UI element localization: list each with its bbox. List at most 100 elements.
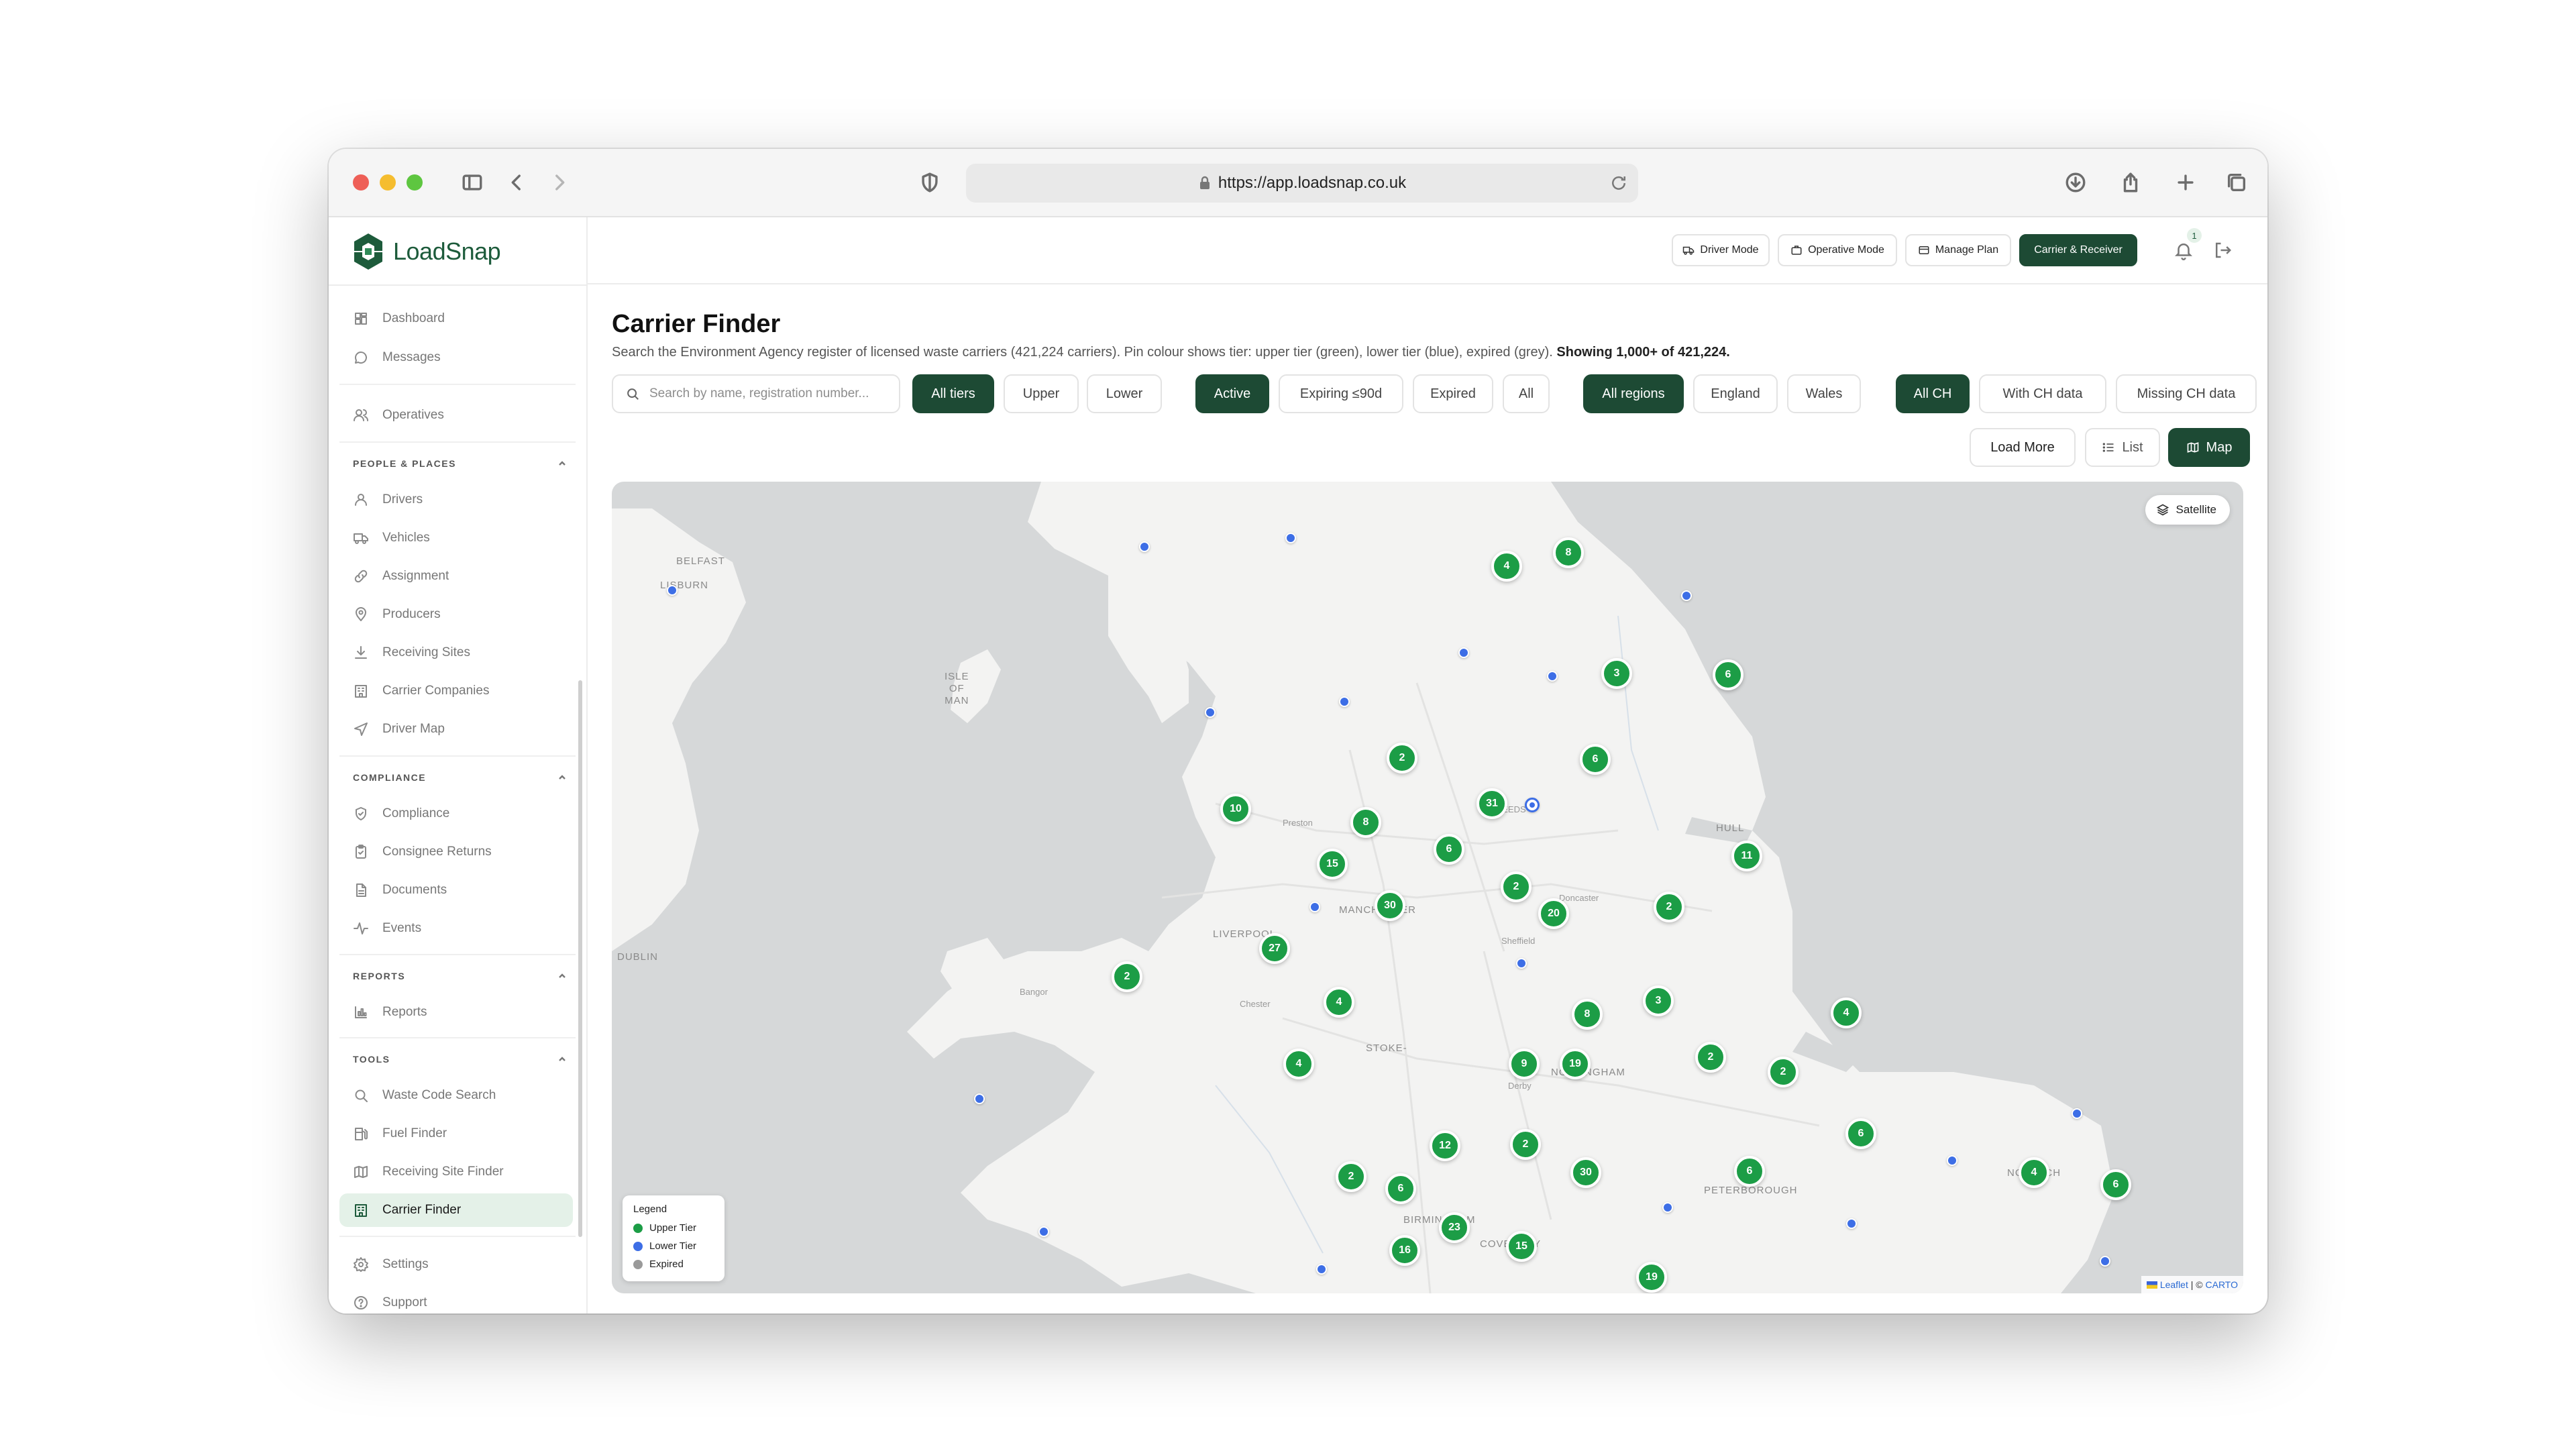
map-cluster-upper-tier[interactable]: 20 [1538,898,1569,929]
section-header-tools[interactable]: TOOLS [353,1049,568,1069]
map-cluster-upper-tier[interactable]: 12 [1430,1130,1460,1161]
sidebar-item-receiving-site-finder[interactable]: Receiving Site Finder [339,1155,573,1189]
sidebar-item-dashboard[interactable]: Dashboard [339,302,573,335]
map-cluster-upper-tier[interactable]: 30 [1375,890,1405,921]
map-pin-lower-tier[interactable] [1339,696,1350,707]
map-cluster-upper-tier[interactable]: 9 [1509,1049,1540,1079]
search-field[interactable] [612,374,900,413]
sidebar-item-assignment[interactable]: Assignment [339,559,573,593]
logout-icon[interactable] [2212,240,2235,263]
sidebar-toggle-icon[interactable] [459,169,486,196]
sidebar-item-support[interactable]: Support [339,1286,573,1313]
map-cluster-upper-tier[interactable]: 30 [1570,1157,1601,1188]
privacy-shield-icon[interactable] [916,169,943,196]
sidebar-item-vehicles[interactable]: Vehicles [339,521,573,555]
map-pin-lower-tier[interactable] [1285,533,1296,543]
map-pin-lower-tier[interactable] [1547,671,1558,682]
filter-active[interactable]: Active [1195,374,1269,413]
map-pin-lower-tier[interactable] [1038,1226,1049,1237]
map-cluster-upper-tier[interactable]: 2 [1510,1129,1541,1160]
map-pin-lower-tier[interactable] [1458,647,1469,658]
load-more-button[interactable]: Load More [1970,428,2076,467]
map-cluster-upper-tier[interactable]: 10 [1220,794,1251,824]
map-pin-lower-tier[interactable] [1947,1155,1957,1166]
share-icon[interactable] [2117,169,2144,196]
sidebar-item-waste-code-search[interactable]: Waste Code Search [339,1079,573,1112]
map-cluster-upper-tier[interactable]: 15 [1317,849,1348,879]
map-pin-lower-tier[interactable] [1681,590,1692,601]
filter-expired[interactable]: Expired [1413,374,1493,413]
map-cluster-upper-tier[interactable]: 6 [2100,1169,2131,1200]
map-pin-lower-tier[interactable] [2072,1108,2082,1119]
zoom-window-button[interactable] [407,174,423,191]
map-pin-lower-tier[interactable] [1846,1218,1857,1229]
filter-lower[interactable]: Lower [1087,374,1162,413]
map-pin-lower-tier[interactable] [1205,707,1216,718]
sidebar-scrollbar[interactable] [578,680,582,1237]
driver-mode-button[interactable]: Driver Mode [1672,234,1770,266]
map-cluster-upper-tier[interactable]: 23 [1439,1212,1470,1243]
map-cluster-upper-tier[interactable]: 31 [1477,788,1507,819]
satellite-toggle-button[interactable]: Satellite [2145,495,2230,525]
map-cluster-upper-tier[interactable]: 4 [1491,551,1522,582]
list-view-button[interactable]: List [2085,428,2160,467]
map-cluster-upper-tier[interactable]: 4 [1831,998,1862,1028]
map-cluster-upper-tier[interactable]: 8 [1350,807,1381,838]
address-bar[interactable]: https://app.loadsnap.co.uk [966,164,1638,203]
map-cluster-upper-tier[interactable]: 27 [1259,933,1290,964]
map-cluster-upper-tier[interactable]: 8 [1553,537,1584,568]
map-pin-lower-tier[interactable] [974,1093,985,1104]
forward-icon[interactable] [546,169,573,196]
map-cluster-upper-tier[interactable]: 19 [1636,1262,1667,1293]
filter-all-tiers[interactable]: All tiers [912,374,994,413]
section-header-compliance[interactable]: COMPLIANCE [353,767,568,788]
map-cluster-upper-tier[interactable]: 4 [1324,987,1354,1018]
map-cluster-upper-tier[interactable]: 2 [1654,892,1684,922]
map-cluster-upper-tier[interactable]: 4 [1283,1049,1314,1079]
map-cluster-upper-tier[interactable]: 11 [1731,841,1762,871]
sidebar-item-carrier-companies[interactable]: Carrier Companies [339,674,573,708]
map-cluster-upper-tier[interactable]: 3 [1601,658,1632,689]
reload-icon[interactable] [1609,173,1629,193]
map-cluster-upper-tier[interactable]: 6 [1580,744,1611,775]
filter-all-regions[interactable]: All regions [1583,374,1684,413]
manage-plan-button[interactable]: Manage Plan [1905,234,2011,266]
map-cluster-upper-tier[interactable]: 2 [1112,961,1142,992]
map-cluster-upper-tier[interactable]: 8 [1572,999,1603,1030]
sidebar-item-drivers[interactable]: Drivers [339,483,573,517]
sidebar-item-receiving-sites[interactable]: Receiving Sites [339,636,573,669]
sidebar-item-events[interactable]: Events [339,912,573,945]
map-pin-lower-tier[interactable] [1516,958,1527,969]
filter-with-ch-data[interactable]: With CH data [1979,374,2106,413]
map-pin-lower-tier-selected[interactable] [1525,798,1540,812]
carrier-receiver-button[interactable]: Carrier & Receiver [2019,234,2137,266]
map-view-button[interactable]: Map [2168,428,2250,467]
sidebar-item-consignee-returns[interactable]: Consignee Returns [339,835,573,869]
filter-upper[interactable]: Upper [1004,374,1079,413]
sidebar-item-fuel-finder[interactable]: Fuel Finder [339,1117,573,1150]
sidebar-item-operatives[interactable]: Operatives [339,398,573,432]
tab-overview-icon[interactable] [2223,169,2250,196]
map-cluster-upper-tier[interactable]: 2 [1501,871,1532,902]
carrier-map[interactable]: BELFAST LISBURN ISLE OF MAN DUBLIN Prest… [612,482,2243,1293]
sidebar-item-driver-map[interactable]: Driver Map [339,712,573,746]
map-cluster-upper-tier[interactable]: 2 [1768,1057,1799,1087]
map-cluster-upper-tier[interactable]: 16 [1389,1235,1420,1266]
filter-expiring[interactable]: Expiring ≤90d [1279,374,1403,413]
map-cluster-upper-tier[interactable]: 4 [2019,1157,2049,1188]
map-pin-lower-tier[interactable] [2100,1256,2110,1267]
map-cluster-upper-tier[interactable]: 6 [1734,1156,1765,1187]
map-cluster-upper-tier[interactable]: 6 [1385,1173,1416,1204]
map-pin-lower-tier[interactable] [667,585,678,596]
sidebar-item-compliance[interactable]: Compliance [339,797,573,830]
new-tab-icon[interactable] [2172,169,2199,196]
map-cluster-upper-tier[interactable]: 2 [1387,743,1417,773]
map-pin-lower-tier[interactable] [1316,1264,1327,1275]
notifications-bell-icon[interactable] [2174,240,2196,263]
sidebar-item-reports[interactable]: Reports [339,996,573,1029]
carto-link[interactable]: CARTO [2206,1279,2239,1290]
section-header-reports[interactable]: REPORTS [353,966,568,986]
sidebar-item-messages[interactable]: Messages [339,341,573,374]
filter-england[interactable]: England [1693,374,1778,413]
map-cluster-upper-tier[interactable]: 6 [1713,659,1743,690]
